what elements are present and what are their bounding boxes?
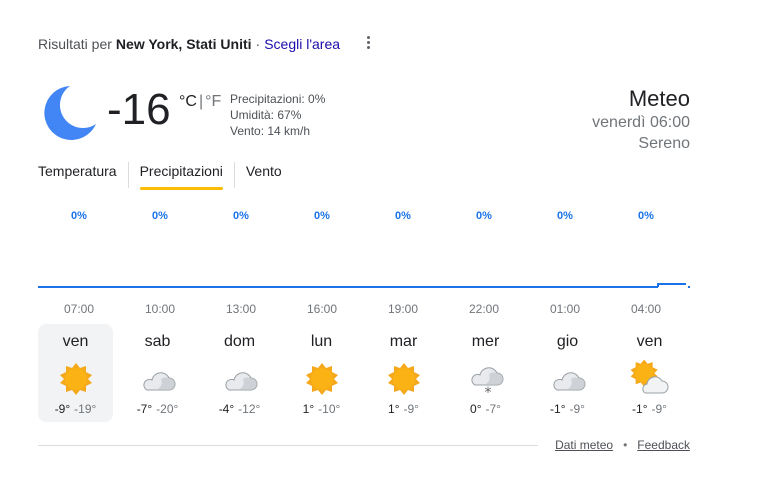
temp-low: -19° <box>74 402 97 416</box>
day-card-lun[interactable]: lun 1° -10° <box>284 324 359 422</box>
celsius-button[interactable]: °C <box>179 93 197 110</box>
day-card-ven-2[interactable]: ven -1° -9° <box>612 324 687 422</box>
location-name: New York, Stati Uniti <box>115 36 252 52</box>
precipitation-line-end <box>657 283 690 288</box>
daily-forecast: ven -9° -19° sab -7° -20° dom -4° -12° lun … <box>38 324 690 422</box>
weather-summary: Meteo venerdì 06:00 Sereno <box>592 86 690 154</box>
temp-low: -9° <box>651 402 667 416</box>
temp-high: -9° <box>54 402 71 416</box>
sun-icon <box>387 363 420 395</box>
day-card-mar[interactable]: mar 1° -9° <box>366 324 441 422</box>
day-card-dom[interactable]: dom -4° -12° <box>202 324 277 422</box>
cloud-icon <box>552 372 585 391</box>
tab-temperatura[interactable]: Temperatura <box>38 162 128 188</box>
sun-icon <box>305 363 338 395</box>
snow-cloud-icon: * <box>470 367 503 398</box>
day-name: gio <box>556 333 579 350</box>
time-label: 10:00 <box>144 302 176 316</box>
day-name: mar <box>389 333 418 350</box>
footer-bullet: • <box>623 438 628 452</box>
footer-divider <box>38 445 538 446</box>
unit-separator: | <box>198 93 204 110</box>
temp-high: 1° <box>388 402 400 416</box>
day-name: dom <box>223 333 256 350</box>
tab-vento[interactable]: Vento <box>233 162 293 188</box>
temp-low: -12° <box>238 402 261 416</box>
change-area-link[interactable]: Scegli l'area <box>264 36 340 52</box>
weather-title: Meteo <box>628 86 690 111</box>
time-label: 13:00 <box>225 302 257 316</box>
partly-cloudy-icon <box>630 360 668 394</box>
day-card-ven[interactable]: ven -9° -19° <box>38 324 113 422</box>
time-label: 01:00 <box>549 302 581 316</box>
weather-datetime: venerdì 06:00 <box>592 114 690 131</box>
time-label: 16:00 <box>306 302 338 316</box>
temp-high: -1° <box>550 402 566 416</box>
temp-high: 1° <box>302 402 315 416</box>
time-label: 22:00 <box>468 302 500 316</box>
temp-high: 0° <box>470 402 482 416</box>
precipitation-text: Precipitazioni: 0% <box>230 92 326 106</box>
precipitation-chart: 0% 0% 0% 0% 0% 0% 0% 0% <box>38 200 690 300</box>
cloud-icon <box>142 372 175 391</box>
svg-text:*: * <box>484 385 491 398</box>
unit-toggle: °C | °F <box>179 93 221 111</box>
temp-low: -9° <box>569 402 585 416</box>
weather-details: Precipitazioni: 0% Umidità: 67% Vento: 1… <box>230 91 325 139</box>
day-name: ven <box>62 333 89 350</box>
temp-high: -1° <box>632 402 648 416</box>
temp-high: -7° <box>136 402 153 416</box>
humidity-text: Umidità: 67% <box>230 108 302 122</box>
day-name: ven <box>636 333 663 350</box>
sun-icon <box>59 363 92 395</box>
feedback-link[interactable]: Feedback <box>637 438 690 452</box>
time-label: 07:00 <box>63 302 95 316</box>
day-card-gio[interactable]: gio -1° -9° <box>530 324 605 422</box>
day-card-mer[interactable]: mer * 0° -7° <box>448 324 523 422</box>
weather-condition: Sereno <box>638 135 690 152</box>
more-options-icon[interactable] <box>360 34 376 54</box>
wind-text: Vento: 14 km/h <box>230 124 311 138</box>
weather-tabs: Temperatura Precipitazioni Vento <box>38 162 293 190</box>
day-card-sab[interactable]: sab -7° -20° <box>120 324 195 422</box>
temp-low: -20° <box>156 402 179 416</box>
precipitation-chart-plot <box>38 283 690 288</box>
weather-data-link[interactable]: Dati meteo <box>555 438 613 452</box>
temp-high: -4° <box>218 402 235 416</box>
header-prefix: Risultati per <box>38 36 112 52</box>
search-header: Risultati per New York, Stati Uniti · Sc… <box>38 36 370 52</box>
day-name: mer <box>471 333 500 350</box>
temp-low: -7° <box>485 402 501 416</box>
moon-icon <box>44 86 96 140</box>
time-label: 04:00 <box>630 302 662 316</box>
day-name: lun <box>310 333 333 350</box>
day-name: sab <box>144 333 171 350</box>
temp-low: -10° <box>318 402 341 416</box>
time-label: 19:00 <box>387 302 419 316</box>
header-separator: · <box>255 36 261 52</box>
temp-low: -9° <box>403 402 419 416</box>
cloud-icon <box>224 372 257 391</box>
current-temperature: -16 <box>107 85 171 134</box>
footer: Dati meteo • Feedback <box>555 438 690 452</box>
fahrenheit-button[interactable]: °F <box>205 93 221 110</box>
tab-precipitazioni[interactable]: Precipitazioni <box>127 162 234 190</box>
time-axis: 07:00 10:00 13:00 16:00 19:00 22:00 01:0… <box>38 302 690 318</box>
